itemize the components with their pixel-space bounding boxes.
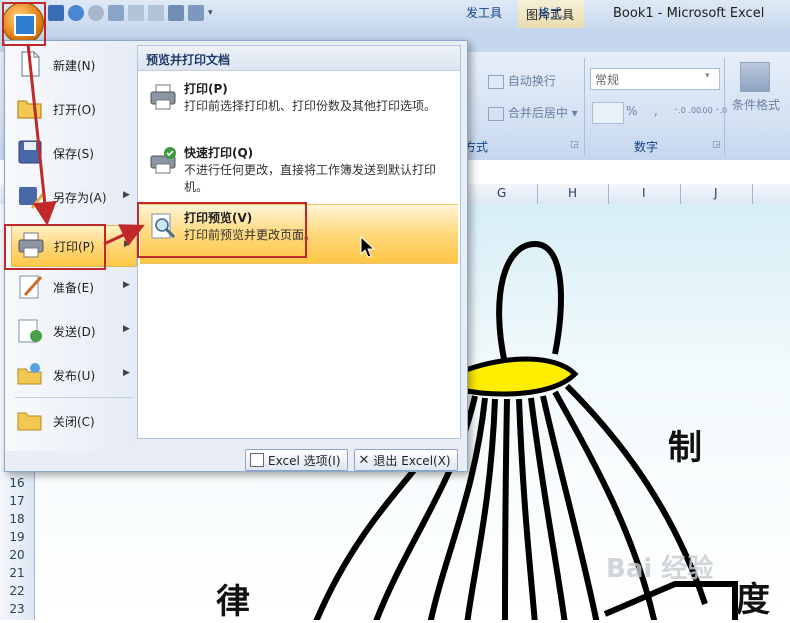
- arrow-to-print-preview: [103, 224, 145, 246]
- arrow-down-to-print: [26, 43, 57, 226]
- annotation-arrows: [26, 43, 145, 246]
